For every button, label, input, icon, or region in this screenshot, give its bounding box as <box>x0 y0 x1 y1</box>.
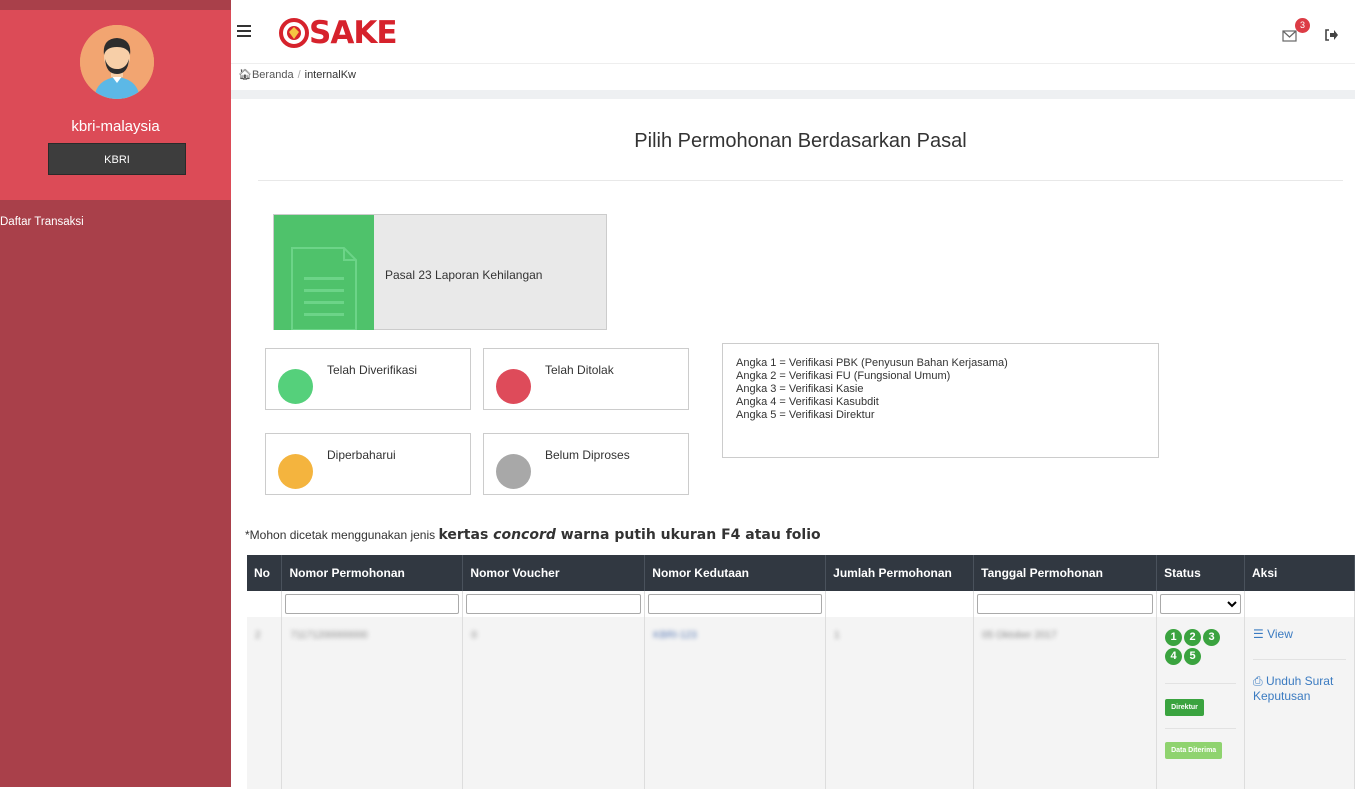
mail-badge: 3 <box>1295 18 1310 33</box>
step-1-badge: 1 <box>1165 629 1183 646</box>
legend-label: Belum Diproses <box>545 448 630 462</box>
aksi-divider <box>1253 659 1346 660</box>
legend-pending: Belum Diproses <box>483 433 689 495</box>
col-header-nomor-permohonan[interactable]: Nomor Permohonan <box>281 555 464 591</box>
step-2-badge: 2 <box>1184 629 1202 646</box>
info-line: Angka 2 = Verifikasi FU (Fungsional Umum… <box>736 370 951 382</box>
cell-no: 2 <box>255 630 261 641</box>
view-link-label: View <box>1267 627 1293 641</box>
step-4-badge: 4 <box>1165 648 1183 665</box>
legend-rejected: Telah Ditolak <box>483 348 689 410</box>
info-line: Angka 1 = Verifikasi PBK (Penyusun Bahan… <box>736 357 1008 369</box>
note-bold-2: warna putih ukuran F4 atau folio <box>555 527 821 543</box>
info-line: Angka 5 = Verifikasi Direktur <box>736 409 875 421</box>
title-divider <box>258 180 1343 181</box>
breadcrumb-home-link[interactable]: 🏠︎Beranda <box>238 69 294 81</box>
legend-verified: Telah Diverifikasi <box>265 348 471 410</box>
sidebar-role-badge: KBRI <box>48 143 186 175</box>
col-header-aksi: Aksi <box>1244 555 1355 591</box>
filter-cell-empty <box>247 591 283 617</box>
filter-nomor-permohonan-input[interactable] <box>285 594 460 614</box>
filter-cell-empty <box>1244 591 1355 617</box>
logo-text: SAKE <box>309 15 398 51</box>
table-filter-row <box>247 591 1355 617</box>
breadcrumb-separator: / <box>297 69 301 81</box>
filter-tanggal-input[interactable] <box>977 594 1154 614</box>
cell-nomor-kedutaan: KBRI-123 <box>653 630 697 641</box>
legend-label: Telah Diverifikasi <box>327 363 418 377</box>
status-tag-data-diterima: Data Diterima <box>1165 742 1223 759</box>
sidebar-item-daftar-transaksi[interactable]: Daftar Transaksi <box>0 216 84 228</box>
step-3-badge: 3 <box>1203 629 1221 646</box>
info-line: Angka 3 = Verifikasi Kasie <box>736 383 864 395</box>
sidebar-profile: kbri-malaysia KBRI <box>0 10 231 200</box>
document-icon <box>291 247 357 331</box>
pasal-card-icon-panel <box>274 215 374 331</box>
mail-button[interactable]: 3 <box>1282 18 1310 44</box>
breadcrumb-home-label: Beranda <box>251 69 294 81</box>
col-header-jumlah-permohonan[interactable]: Jumlah Permohonan <box>825 555 975 591</box>
note-prefix: *Mohon dicetak menggunakan jenis <box>245 528 439 542</box>
status-tag-direktur: Direktur <box>1165 699 1204 716</box>
legend-updated: Diperbaharui <box>265 433 471 495</box>
sign-out-icon <box>1325 29 1338 41</box>
cell-jumlah: 1 <box>834 630 840 641</box>
col-header-tanggal-permohonan[interactable]: Tanggal Permohonan <box>973 555 1158 591</box>
page-title: Pilih Permohonan Berdasarkan Pasal <box>634 130 967 152</box>
permohonan-table: No Nomor Permohonan Nomor Voucher Nomor … <box>247 555 1355 789</box>
sidebar-username: kbri-malaysia <box>71 118 160 135</box>
step-5-badge: 5 <box>1184 648 1202 665</box>
filter-cell-empty <box>825 591 975 617</box>
logout-button[interactable] <box>1325 29 1339 44</box>
breadcrumb-bar: 🏠︎Beranda / internalKw <box>231 64 1355 90</box>
col-header-no[interactable]: No <box>247 555 283 591</box>
hamburger-menu-icon[interactable] <box>237 25 251 37</box>
legend-label: Diperbaharui <box>327 448 396 462</box>
filter-status-select[interactable] <box>1160 594 1241 614</box>
grey-circle-icon <box>496 454 531 489</box>
header-divider <box>231 90 1355 99</box>
top-header: SAKE 3 <box>231 0 1355 64</box>
sidebar: kbri-malaysia KBRI Daftar Transaksi <box>0 0 231 787</box>
home-icon: 🏠︎ <box>238 69 252 81</box>
cell-nomor-voucher: 0 <box>471 630 477 641</box>
verification-info-box: Angka 1 = Verifikasi PBK (Penyusun Bahan… <box>722 343 1159 458</box>
orange-circle-icon <box>278 454 313 489</box>
table-header-row: No Nomor Permohonan Nomor Voucher Nomor … <box>247 555 1355 591</box>
info-line: Angka 4 = Verifikasi Kasubdit <box>736 396 879 408</box>
download-letter-link[interactable]: ⎙ Unduh Surat Keputusan <box>1253 674 1346 703</box>
breadcrumb-current: internalKw <box>304 69 356 81</box>
filter-nomor-voucher-input[interactable] <box>466 594 642 614</box>
print-icon: ⎙ <box>1253 674 1266 688</box>
pasal-23-card[interactable]: Pasal 23 Laporan Kehilangan <box>273 214 607 331</box>
cell-aksi: ☰ View ⎙ Unduh Surat Keputusan <box>1244 617 1355 789</box>
envelope-icon <box>1282 30 1297 42</box>
legend-label: Telah Ditolak <box>545 363 614 377</box>
pasal-card-label: Pasal 23 Laporan Kehilangan <box>385 268 543 282</box>
status-divider <box>1165 683 1236 684</box>
list-icon: ☰ <box>1253 627 1268 641</box>
red-circle-icon <box>496 369 531 404</box>
app-logo[interactable]: SAKE <box>279 15 398 51</box>
green-circle-icon <box>278 369 313 404</box>
print-note: *Mohon dicetak menggunakan jenis kertas … <box>245 527 821 543</box>
breadcrumb: 🏠︎Beranda / internalKw <box>238 68 356 81</box>
col-header-nomor-voucher[interactable]: Nomor Voucher <box>462 555 646 591</box>
cell-tanggal: 05 Oktober 2017 <box>982 630 1057 641</box>
filter-nomor-kedutaan-input[interactable] <box>648 594 823 614</box>
note-italic: concord <box>493 527 556 543</box>
cell-nomor-permohonan: 71171200000000 <box>290 630 368 641</box>
avatar <box>80 25 154 99</box>
note-bold-1: kertas <box>438 527 494 543</box>
download-link-label: Unduh Surat Keputusan <box>1253 674 1334 703</box>
logo-emblem-icon <box>279 18 309 48</box>
status-divider <box>1165 728 1236 729</box>
table-row: 2 71171200000000 0 KBRI-123 1 05 Oktober… <box>247 617 1355 789</box>
view-link[interactable]: ☰ View <box>1253 627 1346 641</box>
note-emphasis: kertas concord warna putih ukuran F4 ata… <box>438 527 820 543</box>
col-header-nomor-kedutaan[interactable]: Nomor Kedutaan <box>644 555 827 591</box>
col-header-status[interactable]: Status <box>1156 555 1245 591</box>
cell-status: 123 45 Direktur Data Diterima <box>1156 617 1245 789</box>
